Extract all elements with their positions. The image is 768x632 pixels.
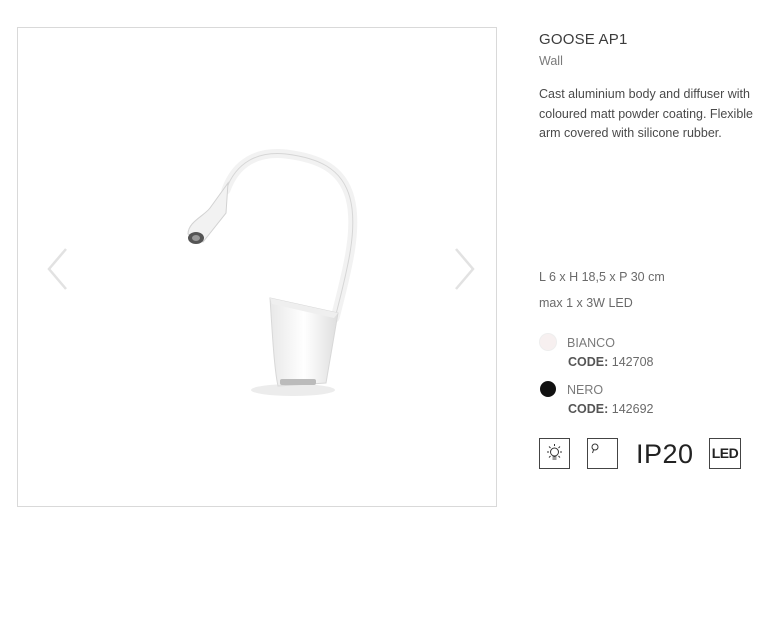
variant-color-name: NERO: [567, 383, 604, 397]
led-light-icon: [539, 438, 570, 469]
variant-bianco: BIANCO CODE: 142708: [539, 334, 768, 374]
product-gallery: [17, 27, 497, 507]
code-label: CODE:: [568, 402, 609, 416]
variant-code: CODE: 142692: [568, 402, 653, 416]
product-image: [187, 149, 358, 396]
code-label: CODE:: [568, 355, 609, 369]
chevron-right-icon[interactable]: [448, 246, 478, 292]
variant-color-name: BIANCO: [567, 336, 615, 350]
color-swatch-bianco[interactable]: [540, 334, 556, 350]
variant-nero: NERO CODE: 142692: [539, 381, 768, 421]
ip-rating: IP20: [636, 439, 694, 469]
product-description: Cast aluminium body and diffuser with co…: [539, 87, 754, 140]
code-value: 142692: [611, 402, 654, 416]
product-category: Wall: [539, 54, 563, 68]
certification-icons: IP20 LED: [539, 438, 768, 472]
color-swatch-nero[interactable]: [540, 381, 556, 397]
product-lamp: max 1 x 3W LED: [539, 296, 633, 310]
code-value: 142708: [611, 355, 654, 369]
chevron-left-icon[interactable]: [44, 246, 74, 292]
led-badge: LED: [709, 438, 741, 469]
product-dimensions: L 6 x H 18,5 x P 30 cm: [539, 270, 665, 284]
variant-code: CODE: 142708: [568, 355, 653, 369]
lamp-bulb-icon: [587, 438, 618, 469]
product-title: GOOSE AP1: [539, 31, 628, 48]
